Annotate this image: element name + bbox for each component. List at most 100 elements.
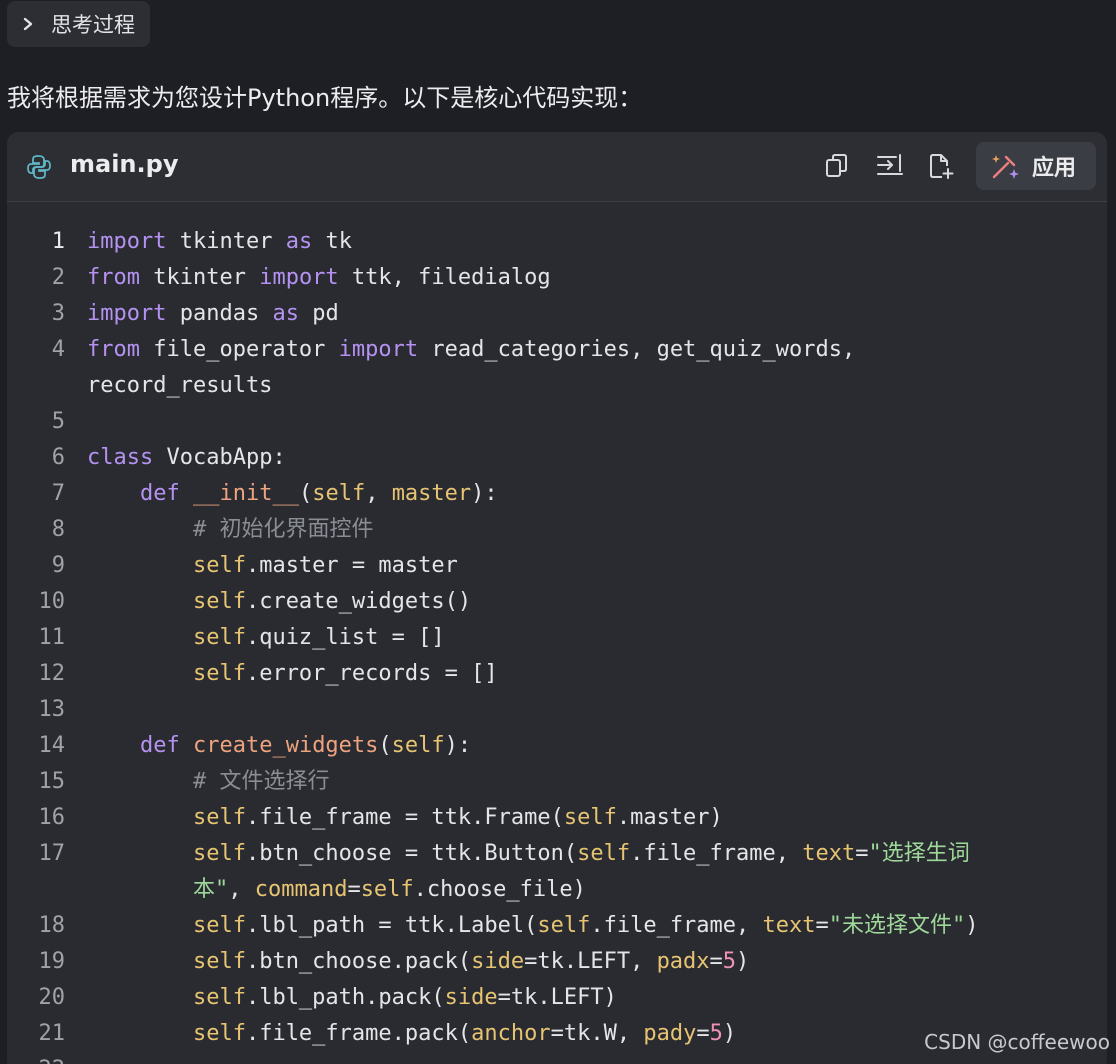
code-token: .master = master bbox=[245, 553, 458, 578]
line-code: self.error_records = [] bbox=[87, 656, 498, 692]
line-number: 9 bbox=[51, 553, 65, 578]
code-token: .error_records = [] bbox=[245, 661, 498, 686]
code-line: 7 def __init__(self, master): bbox=[7, 476, 1107, 512]
code-token: ) bbox=[736, 949, 750, 974]
line-number: 21 bbox=[38, 1021, 66, 1046]
magic-wand-icon bbox=[992, 155, 1019, 179]
line-code: self.btn_choose.pack(side=tk.LEFT, padx=… bbox=[87, 944, 749, 980]
code-token: self bbox=[192, 625, 246, 650]
line-number: 12 bbox=[38, 661, 66, 686]
code-token: # 文件选择行 bbox=[192, 769, 330, 794]
code-token: ): bbox=[471, 481, 498, 506]
code-token: command bbox=[254, 877, 348, 902]
line-code: self.quiz_list = [] bbox=[87, 620, 445, 656]
line-number: 10 bbox=[38, 589, 66, 614]
code-token: , bbox=[365, 481, 392, 506]
line-code: import pandas as pd bbox=[87, 296, 339, 332]
code-token: create_widgets bbox=[192, 733, 379, 758]
code-line: 17 self.btn_choose = ttk.Button(self.fil… bbox=[7, 836, 1107, 872]
code-line: 13 bbox=[7, 692, 1107, 728]
code-token: "未选择文件" bbox=[828, 913, 966, 938]
code-token: =tk.LEFT, bbox=[524, 949, 657, 974]
code-token: = bbox=[709, 949, 723, 974]
code-line: 10 self.create_widgets() bbox=[7, 584, 1107, 620]
code-token: .btn_choose = ttk.Button( bbox=[245, 841, 578, 866]
code-token: text bbox=[802, 841, 856, 866]
code-token: tkinter bbox=[166, 229, 286, 254]
code-token: =tk.LEFT) bbox=[497, 985, 617, 1010]
code-token: .master) bbox=[616, 805, 723, 830]
code-token: .file_frame = ttk.Frame( bbox=[245, 805, 564, 830]
code-token: as bbox=[272, 301, 299, 326]
code-token: =tk.W, bbox=[550, 1021, 644, 1046]
code-token: pandas bbox=[166, 301, 273, 326]
code-line: 本", command=self.choose_file) bbox=[7, 872, 1107, 908]
apply-button[interactable]: 应用 bbox=[976, 142, 1096, 190]
code-token: = bbox=[347, 877, 361, 902]
code-token: = bbox=[815, 913, 829, 938]
code-token: self bbox=[312, 481, 366, 506]
chevron-right-icon bbox=[23, 17, 33, 31]
code-token: tkinter bbox=[139, 265, 260, 290]
new-file-button[interactable] bbox=[924, 149, 958, 183]
code-token: from bbox=[87, 265, 140, 290]
code-token: 5 bbox=[722, 949, 737, 974]
code-line: 20 self.lbl_path.pack(side=tk.LEFT) bbox=[7, 980, 1107, 1016]
line-code: def create_widgets(self): bbox=[87, 728, 471, 764]
line-number: 13 bbox=[38, 697, 66, 722]
line-code: self.lbl_path = ttk.Label(self.file_fram… bbox=[87, 908, 979, 944]
code-line: 6 class VocabApp: bbox=[7, 440, 1107, 476]
code-token: self bbox=[192, 949, 246, 974]
line-number: 3 bbox=[51, 301, 65, 326]
code-token: import bbox=[87, 301, 167, 326]
code-token: read_categories, get_quiz_words, bbox=[418, 337, 856, 362]
line-number: 18 bbox=[38, 913, 66, 938]
line-code: from tkinter import ttk, filedialog bbox=[87, 260, 551, 296]
code-token: pd bbox=[298, 301, 339, 326]
code-token: padx bbox=[656, 949, 710, 974]
line-number: 2 bbox=[51, 265, 65, 290]
code-token: __init__ bbox=[192, 481, 299, 506]
python-icon bbox=[27, 155, 51, 179]
code-token: record_results bbox=[87, 373, 273, 398]
line-number: 20 bbox=[38, 985, 66, 1010]
code-token: ( bbox=[378, 733, 392, 758]
code-token: .lbl_path = ttk.Label( bbox=[245, 913, 538, 938]
line-code: # 文件选择行 bbox=[87, 764, 330, 800]
code-token: ( bbox=[298, 481, 313, 506]
code-token: def bbox=[139, 481, 180, 506]
line-code: self.create_widgets() bbox=[87, 584, 471, 620]
code-token: side bbox=[444, 985, 498, 1010]
code-line: 15 # 文件选择行 bbox=[7, 764, 1107, 800]
thinking-toggle[interactable]: 思考过程 bbox=[7, 1, 150, 47]
code-line: 4 from file_operator import read_categori… bbox=[7, 332, 1107, 368]
line-number: 14 bbox=[38, 733, 66, 758]
code-token: self bbox=[192, 1021, 246, 1046]
code-line: 5 bbox=[7, 404, 1107, 440]
wrap-lines-button[interactable] bbox=[873, 149, 907, 183]
code-line: 11 self.quiz_list = [] bbox=[7, 620, 1107, 656]
code-token: as bbox=[285, 229, 313, 254]
code-token: text bbox=[762, 913, 816, 938]
code-token: .btn_choose.pack( bbox=[245, 949, 472, 974]
code-content: 1 import tkinter as tk 2 from tkinter impor… bbox=[7, 224, 1107, 1064]
code-line: 1 import tkinter as tk bbox=[7, 224, 1107, 260]
line-number: 1 bbox=[51, 229, 65, 254]
code-token: self bbox=[360, 877, 414, 902]
line-number: 5 bbox=[51, 409, 65, 434]
code-token: ) bbox=[722, 1021, 737, 1046]
line-code: class VocabApp: bbox=[87, 440, 286, 476]
code-token: self bbox=[577, 841, 631, 866]
line-number bbox=[7, 368, 65, 404]
copy-button[interactable] bbox=[820, 149, 854, 183]
code-token: self bbox=[192, 805, 246, 830]
code-token: self bbox=[192, 841, 246, 866]
